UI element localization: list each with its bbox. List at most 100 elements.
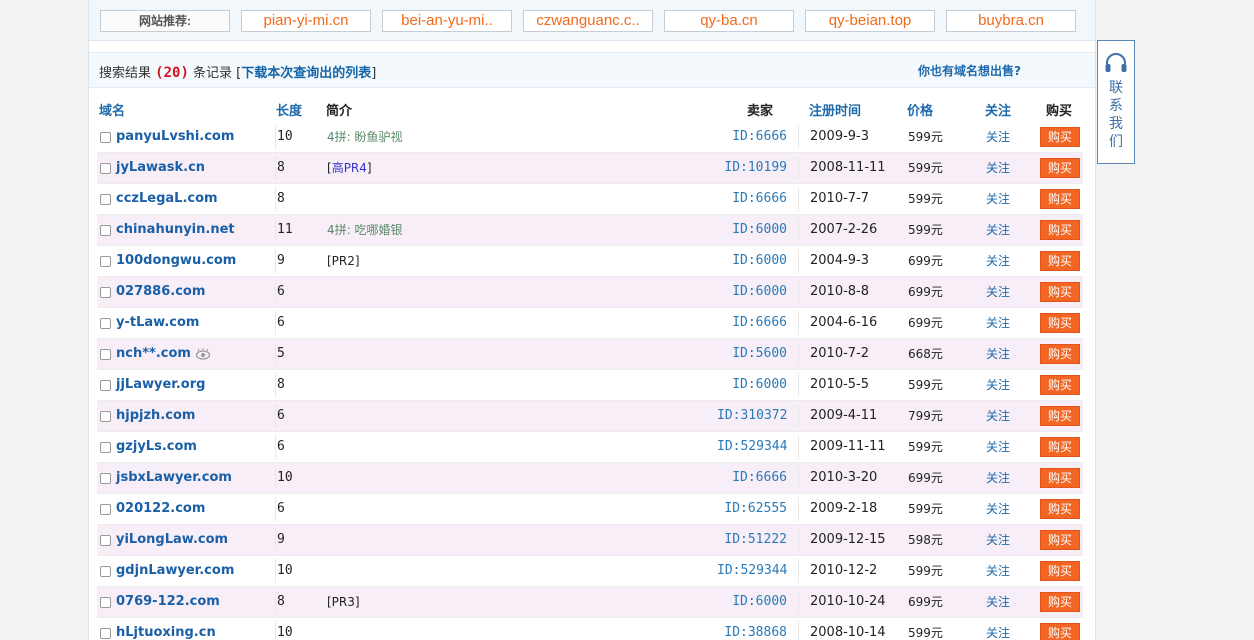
follow-link[interactable]: 关注	[986, 494, 1010, 524]
domain-link[interactable]: cczLegaL.com	[116, 184, 218, 214]
row-checkbox[interactable]	[100, 194, 111, 205]
row-checkbox[interactable]	[100, 628, 111, 639]
buy-button[interactable]: 购买	[1040, 468, 1080, 488]
follow-link[interactable]: 关注	[986, 308, 1010, 338]
seller-link[interactable]: ID:6666	[717, 463, 787, 493]
buy-button[interactable]: 购买	[1040, 437, 1080, 457]
follow-link[interactable]: 关注	[986, 122, 1010, 152]
sell-domain-link[interactable]: 你也有域名想出售?	[918, 62, 1021, 79]
row-checkbox[interactable]	[100, 256, 111, 267]
col-regtime-sort[interactable]: 注册时间	[809, 100, 861, 119]
recommend-site-link[interactable]: bei-an-yu-mi..	[382, 10, 512, 32]
buy-button[interactable]: 购买	[1040, 592, 1080, 612]
buy-button[interactable]: 购买	[1040, 220, 1080, 240]
row-checkbox[interactable]	[100, 349, 111, 360]
row-checkbox[interactable]	[100, 380, 111, 391]
buy-button[interactable]: 购买	[1040, 530, 1080, 550]
col-length-sort[interactable]: 长度	[276, 100, 302, 119]
buy-button[interactable]: 购买	[1040, 251, 1080, 271]
follow-link[interactable]: 关注	[986, 277, 1010, 307]
recommend-site-link[interactable]: pian-yi-mi.cn	[241, 10, 371, 32]
row-checkbox[interactable]	[100, 473, 111, 484]
row-checkbox[interactable]	[100, 318, 111, 329]
seller-link[interactable]: ID:6000	[717, 370, 787, 400]
buy-button[interactable]: 购买	[1040, 375, 1080, 395]
buy-button[interactable]: 购买	[1040, 313, 1080, 333]
domain-link[interactable]: hjpjzh.com	[116, 401, 195, 431]
seller-link[interactable]: ID:51222	[717, 525, 787, 555]
seller-link[interactable]: ID:5600	[717, 339, 787, 369]
seller-link[interactable]: ID:6666	[717, 122, 787, 152]
buy-button[interactable]: 购买	[1040, 561, 1080, 581]
column-divider	[275, 342, 276, 366]
follow-link[interactable]: 关注	[986, 215, 1010, 245]
row-checkbox[interactable]	[100, 597, 111, 608]
follow-link[interactable]: 关注	[986, 432, 1010, 462]
seller-link[interactable]: ID:62555	[717, 494, 787, 524]
domain-link[interactable]: panyuLvshi.com	[116, 122, 234, 152]
row-checkbox[interactable]	[100, 535, 111, 546]
recommend-site-link[interactable]: czwanguanc.c..	[523, 10, 653, 32]
seller-link[interactable]: ID:6000	[717, 246, 787, 276]
row-checkbox[interactable]	[100, 442, 111, 453]
buy-button[interactable]: 购买	[1040, 127, 1080, 147]
domain-link[interactable]: 020122.com	[116, 494, 205, 524]
follow-link[interactable]: 关注	[986, 184, 1010, 214]
buy-button[interactable]: 购买	[1040, 623, 1080, 640]
follow-link[interactable]: 关注	[986, 370, 1010, 400]
buy-button[interactable]: 购买	[1040, 189, 1080, 209]
domain-link[interactable]: chinahunyin.net	[116, 215, 235, 245]
seller-link[interactable]: ID:529344	[717, 432, 787, 462]
col-domain-sort[interactable]: 域名	[99, 100, 125, 119]
follow-link[interactable]: 关注	[986, 246, 1010, 276]
domain-link[interactable]: 027886.com	[116, 277, 205, 307]
domain-link[interactable]: y-tLaw.com	[116, 308, 199, 338]
follow-link[interactable]: 关注	[986, 153, 1010, 183]
domain-link[interactable]: nch**.com	[116, 339, 211, 369]
follow-link[interactable]: 关注	[986, 463, 1010, 493]
seller-link[interactable]: ID:6000	[717, 215, 787, 245]
row-checkbox[interactable]	[100, 411, 111, 422]
seller-link[interactable]: ID:310372	[717, 401, 787, 431]
buy-button[interactable]: 购买	[1040, 158, 1080, 178]
download-list-link[interactable]: 下载本次查询出的列表	[241, 66, 371, 81]
buy-button[interactable]: 购买	[1040, 406, 1080, 426]
col-price-sort[interactable]: 价格	[907, 100, 933, 119]
seller-link[interactable]: ID:6666	[717, 184, 787, 214]
row-checkbox[interactable]	[100, 566, 111, 577]
row-checkbox[interactable]	[100, 504, 111, 515]
row-checkbox[interactable]	[100, 225, 111, 236]
follow-link[interactable]: 关注	[986, 401, 1010, 431]
recommend-site-link[interactable]: buybra.cn	[946, 10, 1076, 32]
seller-link[interactable]: ID:6000	[717, 587, 787, 617]
follow-link[interactable]: 关注	[986, 587, 1010, 617]
seller-link[interactable]: ID:10199	[717, 153, 787, 183]
buy-button[interactable]: 购买	[1040, 499, 1080, 519]
seller-link[interactable]: ID:6666	[717, 308, 787, 338]
row-checkbox[interactable]	[100, 287, 111, 298]
follow-link[interactable]: 关注	[986, 525, 1010, 555]
contact-us-button[interactable]: 联 系 我 们	[1097, 40, 1135, 164]
domain-link[interactable]: yiLongLaw.com	[116, 525, 228, 555]
follow-link[interactable]: 关注	[986, 556, 1010, 586]
follow-link[interactable]: 关注	[986, 618, 1010, 640]
buy-button[interactable]: 购买	[1040, 282, 1080, 302]
domain-link[interactable]: jyLawask.cn	[116, 153, 205, 183]
row-checkbox[interactable]	[100, 163, 111, 174]
domain-link[interactable]: jjLawyer.org	[116, 370, 205, 400]
domain-link[interactable]: jsbxLawyer.com	[116, 463, 232, 493]
seller-link[interactable]: ID:6000	[717, 277, 787, 307]
domain-link[interactable]: hLjtuoxing.cn	[116, 618, 216, 640]
follow-link[interactable]: 关注	[986, 339, 1010, 369]
recommend-site-link[interactable]: qy-ba.cn	[664, 10, 794, 32]
buy-button[interactable]: 购买	[1040, 344, 1080, 364]
domain-link[interactable]: gdjnLawyer.com	[116, 556, 234, 586]
column-divider	[798, 280, 799, 304]
recommend-site-link[interactable]: qy-beian.top	[805, 10, 935, 32]
seller-link[interactable]: ID:529344	[717, 556, 787, 586]
seller-link[interactable]: ID:38868	[717, 618, 787, 640]
domain-link[interactable]: 100dongwu.com	[116, 246, 236, 276]
domain-link[interactable]: 0769-122.com	[116, 587, 220, 617]
row-checkbox[interactable]	[100, 132, 111, 143]
domain-link[interactable]: gzjyLs.com	[116, 432, 197, 462]
